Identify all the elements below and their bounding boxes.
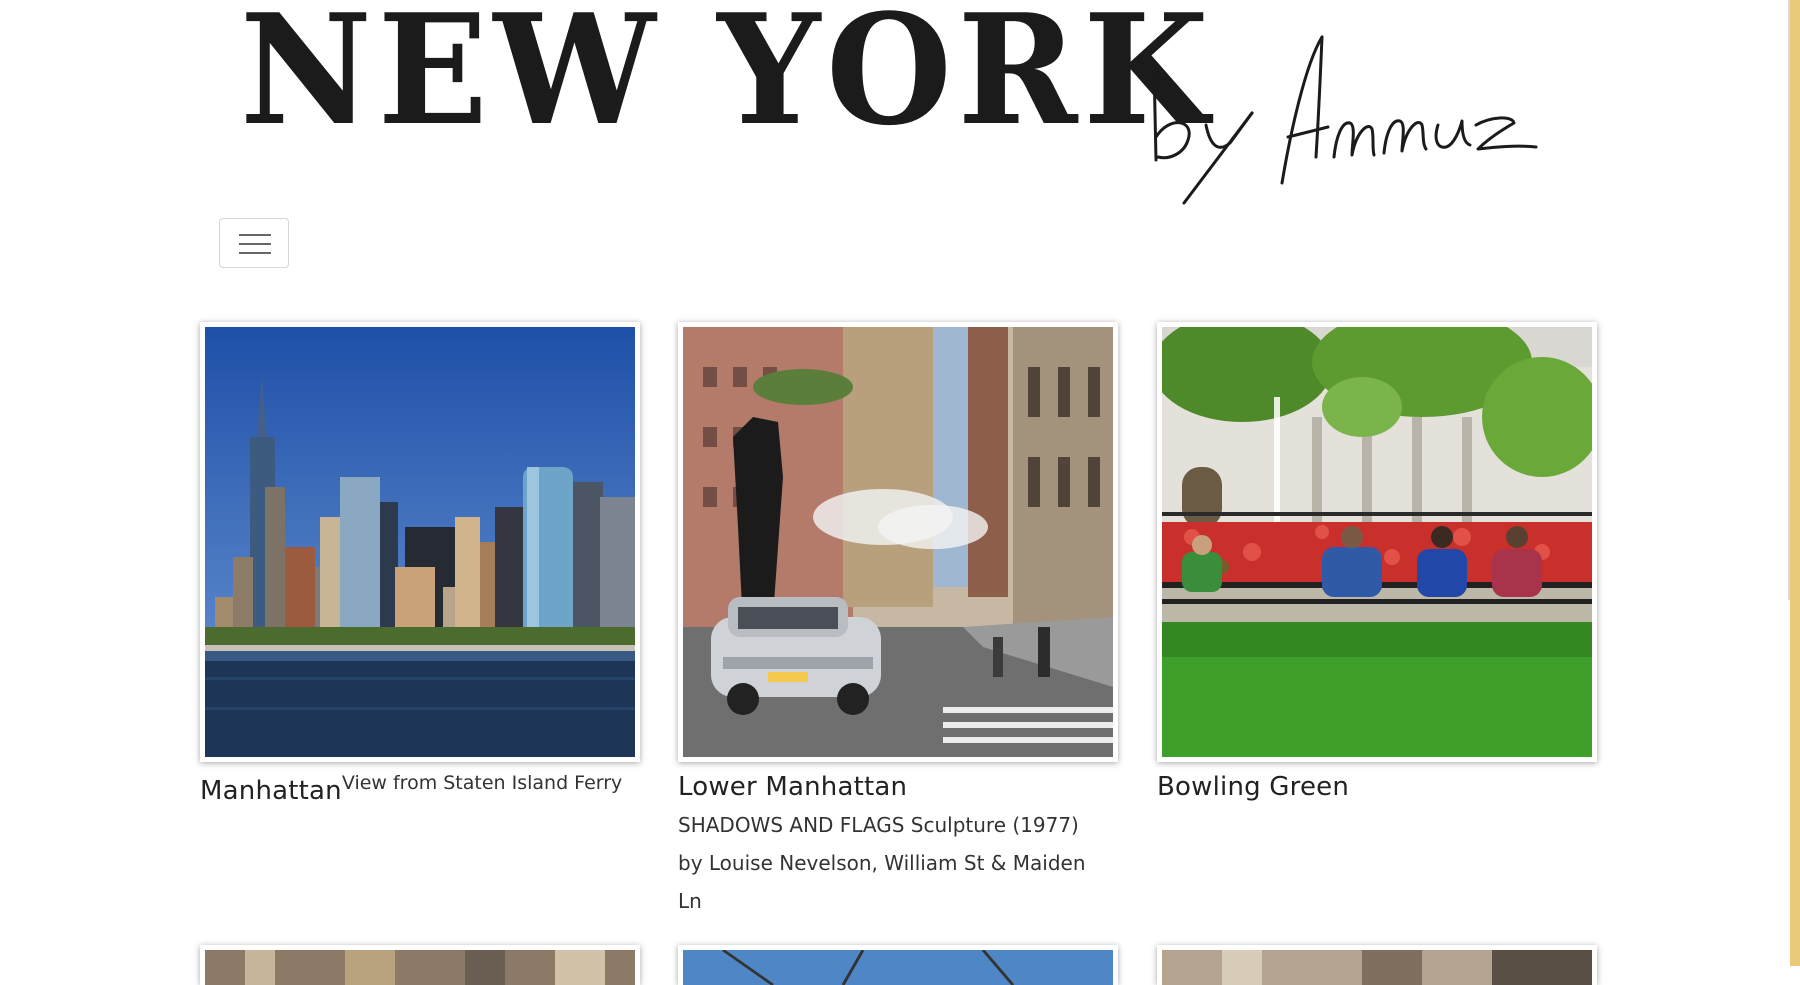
- photo-frame[interactable]: [200, 322, 640, 762]
- card-title: Bowling Green: [1157, 772, 1350, 802]
- bowling-green-park-photo[interactable]: [1162, 327, 1592, 757]
- card-caption: ManhattanView from Staten Island Ferry: [200, 772, 640, 806]
- card-description: SHADOWS AND FLAGS Sculpture (1977) by Lo…: [678, 813, 1086, 913]
- gallery-card-partial[interactable]: [678, 945, 1118, 985]
- card-caption: Bowling Green: [1157, 772, 1597, 802]
- gallery-card-manhattan[interactable]: ManhattanView from Staten Island Ferry: [200, 322, 640, 806]
- gallery-card-bowling-green[interactable]: Bowling Green: [1157, 322, 1597, 802]
- card-caption: Lower Manhattan SHADOWS AND FLAGS Sculpt…: [678, 772, 1118, 920]
- manhattan-skyline-photo[interactable]: [205, 327, 635, 757]
- gallery-card-lower-manhattan[interactable]: Lower Manhattan SHADOWS AND FLAGS Sculpt…: [678, 322, 1118, 920]
- lower-manhattan-street-photo[interactable]: [683, 327, 1113, 757]
- page-scrollbar[interactable]: [1790, 0, 1800, 966]
- gallery-card-partial[interactable]: [200, 945, 640, 985]
- photo-frame[interactable]: [1157, 322, 1597, 762]
- card-title: Manhattan: [200, 776, 342, 806]
- photo-gallery: ManhattanView from Staten Island Ferry L…: [0, 0, 1800, 985]
- gallery-card-partial[interactable]: [1157, 945, 1597, 985]
- partial-photo[interactable]: [683, 948, 1113, 985]
- partial-photo[interactable]: [205, 950, 635, 985]
- card-subtitle: View from Staten Island Ferry: [341, 772, 623, 794]
- photo-frame[interactable]: [678, 322, 1118, 762]
- card-title: Lower Manhattan: [678, 772, 908, 802]
- partial-photo[interactable]: [1162, 950, 1592, 985]
